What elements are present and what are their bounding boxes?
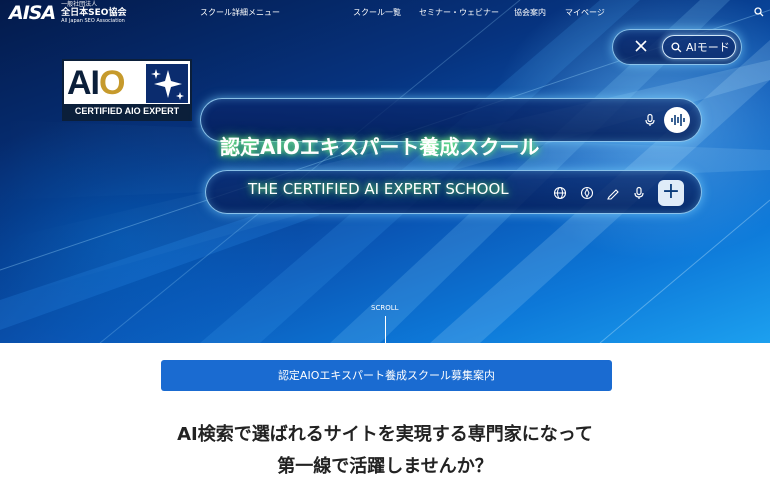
microphone-icon[interactable] (643, 113, 657, 127)
nav-about[interactable]: 協会案内 (514, 7, 546, 18)
logo-line-3: All Japan SEO Association (61, 18, 125, 24)
search-icon (671, 41, 682, 52)
search-icon[interactable] (754, 7, 764, 17)
badge-aio-o: O (99, 64, 125, 102)
nav-mypage[interactable]: マイページ (565, 7, 605, 18)
hero-title: 認定AIOエキスパート養成スクール (220, 135, 540, 159)
microphone-icon[interactable] (632, 186, 646, 200)
scroll-indicator-line (385, 316, 386, 343)
hero-subtitle: THE CERTIFIED AI EXPERT SCHOOL (248, 180, 509, 198)
nav-seminar[interactable]: セミナー・ウェビナー (419, 7, 499, 18)
lead-text-line-1: AI検索で選ばれるサイトを実現する専門家になって (177, 424, 593, 445)
close-icon[interactable] (633, 38, 649, 54)
top-navigation: AISA 一般社団法人 全日本SEO協会 All Japan SEO Assoc… (0, 0, 770, 28)
pen-icon[interactable] (606, 186, 620, 200)
nav-school-menu[interactable]: スクール詳細メニュー (200, 7, 280, 18)
badge-aio-text: AIO (67, 64, 143, 103)
logo-text: 一般社団法人 全日本SEO協会 All Japan SEO Associatio… (61, 2, 126, 24)
badge-caption: CERTIFIED AIO EXPERT (64, 104, 190, 119)
badge-aio-ai: AI (67, 64, 100, 102)
voice-wave-button[interactable] (664, 107, 690, 133)
nav-school-list[interactable]: スクール一覧 (353, 7, 401, 18)
logo-mark: AISA (9, 2, 56, 24)
recruitment-info-button[interactable]: 認定AIOエキスパート養成スクール募集案内 (161, 360, 612, 391)
sparkle-icon (146, 64, 188, 103)
logo-line-2: 全日本SEO協会 (61, 8, 127, 18)
add-button[interactable]: + (658, 180, 684, 206)
scroll-indicator-label[interactable]: SCROLL (371, 304, 399, 312)
globe-icon[interactable] (553, 186, 567, 200)
certified-aio-badge: AIO CERTIFIED AIO EXPERT (62, 59, 192, 121)
lead-text-line-2: 第一線で活躍しませんか？ (277, 456, 493, 477)
ai-mode-label: AIモード (686, 41, 730, 54)
ai-mode-button[interactable]: AIモード (662, 35, 736, 59)
sound-wave-icon (671, 114, 685, 126)
hero-section: AISA 一般社団法人 全日本SEO協会 All Japan SEO Assoc… (0, 0, 770, 343)
site-logo[interactable]: AISA 一般社団法人 全日本SEO協会 All Japan SEO Assoc… (9, 2, 126, 25)
compass-icon[interactable] (580, 186, 594, 200)
